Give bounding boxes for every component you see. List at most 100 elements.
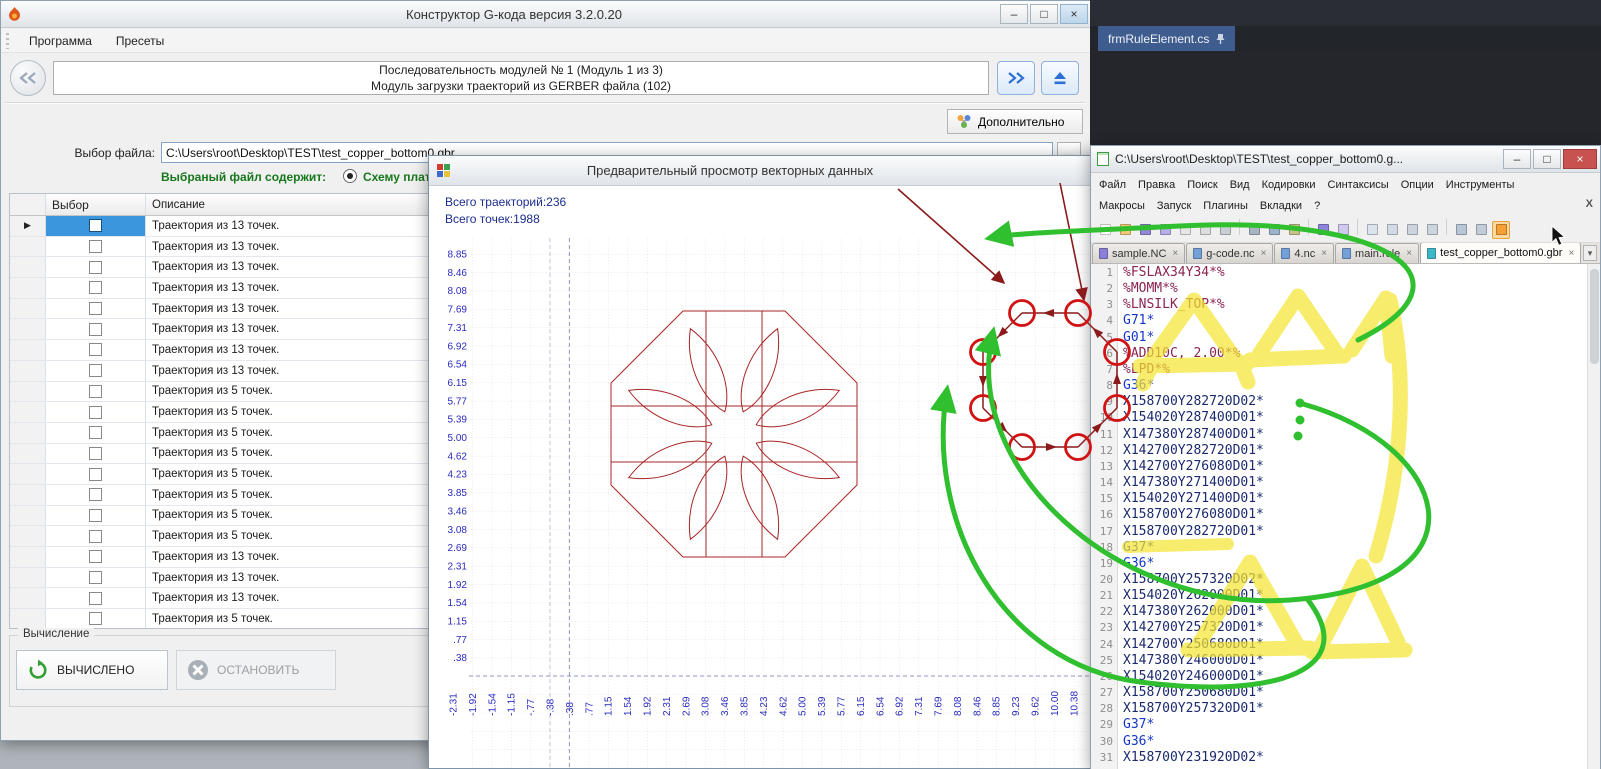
checkbox-cell[interactable] bbox=[46, 588, 146, 609]
table-row[interactable]: Траектория из 13 точек. bbox=[10, 236, 428, 258]
pin-icon[interactable] bbox=[1216, 33, 1225, 45]
row-checkbox[interactable] bbox=[89, 571, 102, 585]
row-checkbox[interactable] bbox=[89, 302, 102, 316]
checkbox-cell[interactable] bbox=[46, 609, 146, 628]
checkbox-cell[interactable] bbox=[46, 484, 146, 505]
computed-button[interactable]: ВЫЧИСЛЕНО bbox=[16, 650, 168, 690]
checkbox-cell[interactable] bbox=[46, 360, 146, 381]
tab-close-icon[interactable]: × bbox=[1406, 248, 1412, 259]
checkbox-cell[interactable] bbox=[46, 547, 146, 567]
checkbox-cell[interactable] bbox=[46, 443, 146, 464]
table-row[interactable]: Траектория из 5 точек. bbox=[10, 464, 428, 485]
table-row[interactable]: Траектория из 13 точек. bbox=[10, 319, 428, 341]
table-row[interactable]: Траектория из 5 точек. bbox=[10, 484, 428, 506]
document-monitor-icon[interactable] bbox=[1492, 220, 1510, 239]
row-checkbox[interactable] bbox=[89, 612, 102, 626]
maximize-button[interactable]: □ bbox=[1030, 4, 1058, 24]
row-checkbox[interactable] bbox=[89, 384, 102, 398]
menu-item[interactable]: Файл bbox=[1093, 176, 1132, 194]
table-row[interactable]: Траектория из 13 точек. bbox=[10, 567, 428, 589]
vs-document-tab[interactable]: frmRuleElement.cs bbox=[1098, 26, 1236, 51]
table-row[interactable]: Траектория из 13 точек. bbox=[10, 340, 428, 361]
checkbox-cell[interactable] bbox=[46, 422, 146, 443]
editor-code[interactable]: %FSLAX34Y34*% %MOMM*% %LNSILK_TOP*% G71* G01… bbox=[1118, 264, 1600, 769]
copy-icon[interactable] bbox=[1265, 221, 1283, 239]
checkbox-cell[interactable] bbox=[46, 278, 146, 298]
table-row[interactable]: Траектория из 13 точек. bbox=[10, 588, 428, 610]
table-row[interactable]: Траектория из 13 точек. bbox=[10, 298, 428, 320]
board-schema-radio[interactable] bbox=[343, 169, 357, 183]
menu-item[interactable]: Вкладки bbox=[1254, 197, 1308, 215]
table-row[interactable]: Траектория из 5 точек. bbox=[10, 609, 428, 628]
save-icon[interactable] bbox=[1136, 221, 1154, 239]
editor[interactable]: 1 2 3 4 5 6 7 8 9 10 11 12 13 14 15 16 17 18 19 20 21 22 23 24 2… bbox=[1091, 264, 1600, 769]
zoom-out-icon[interactable] bbox=[1423, 221, 1441, 239]
save-all-icon[interactable] bbox=[1156, 221, 1174, 239]
menu-item[interactable]: Пресеты bbox=[104, 31, 176, 51]
scrollbar-thumb[interactable] bbox=[1590, 269, 1599, 364]
menu-item[interactable]: Правка bbox=[1132, 176, 1181, 194]
tab-close-icon[interactable]: × bbox=[1172, 248, 1178, 259]
close-all-docs-icon[interactable] bbox=[1196, 221, 1214, 239]
checkbox-cell[interactable] bbox=[46, 464, 146, 484]
row-checkbox[interactable] bbox=[89, 281, 102, 295]
menu-close-x[interactable]: X bbox=[1586, 198, 1593, 210]
redo-icon[interactable] bbox=[1334, 221, 1352, 239]
row-checkbox[interactable] bbox=[89, 550, 102, 564]
additional-button[interactable]: Дополнительно bbox=[947, 109, 1083, 134]
row-checkbox[interactable] bbox=[89, 529, 102, 543]
row-checkbox[interactable] bbox=[89, 467, 102, 481]
editor-tab[interactable]: sample.NC × bbox=[1092, 243, 1186, 263]
checkbox-cell[interactable] bbox=[46, 402, 146, 422]
editor-tab[interactable]: 4.nc × bbox=[1274, 243, 1335, 263]
checkbox-cell[interactable] bbox=[46, 381, 146, 402]
show-all-characters-icon[interactable] bbox=[1472, 221, 1490, 239]
row-checkbox[interactable] bbox=[89, 343, 102, 357]
row-checkbox[interactable] bbox=[89, 364, 102, 378]
menu-item[interactable]: Программа bbox=[17, 31, 104, 51]
table-row[interactable]: Траектория из 13 точек. bbox=[10, 547, 428, 568]
checkbox-cell[interactable] bbox=[46, 567, 146, 588]
npp-maximize-button[interactable]: □ bbox=[1533, 149, 1561, 169]
zoom-in-icon[interactable] bbox=[1403, 221, 1421, 239]
checkbox-cell[interactable] bbox=[46, 257, 146, 278]
main-titlebar[interactable]: Конструктор G-кода версия 3.2.0.20 – □ × bbox=[1, 1, 1091, 28]
row-checkbox[interactable] bbox=[89, 591, 102, 605]
new-file-icon[interactable] bbox=[1096, 221, 1114, 239]
open-file-icon[interactable] bbox=[1116, 221, 1134, 239]
undo-icon[interactable] bbox=[1314, 221, 1332, 239]
cut-icon[interactable] bbox=[1245, 221, 1263, 239]
checkbox-cell[interactable] bbox=[46, 298, 146, 319]
row-checkbox[interactable] bbox=[89, 508, 102, 522]
table-row[interactable]: Траектория из 13 точек. bbox=[10, 360, 428, 382]
menu-item[interactable]: Плагины bbox=[1197, 197, 1254, 215]
word-wrap-icon[interactable] bbox=[1452, 221, 1470, 239]
find-icon[interactable] bbox=[1363, 221, 1381, 239]
checkbox-cell[interactable] bbox=[46, 505, 146, 526]
table-row[interactable]: Траектория из 13 точек. bbox=[10, 257, 428, 279]
table-row[interactable]: Траектория из 5 точек. bbox=[10, 505, 428, 527]
tab-list-button[interactable]: ▾ bbox=[1583, 245, 1597, 261]
stop-button[interactable]: ОСТАНОВИТЬ bbox=[176, 650, 336, 690]
minimize-button[interactable]: – bbox=[1000, 4, 1028, 24]
replace-icon[interactable] bbox=[1383, 221, 1401, 239]
table-row[interactable]: Траектория из 5 точек. bbox=[10, 402, 428, 423]
checkbox-cell[interactable] bbox=[46, 236, 146, 257]
menu-item[interactable]: Кодировки bbox=[1256, 176, 1322, 194]
menu-item[interactable]: Инструменты bbox=[1440, 176, 1521, 194]
checkbox-cell[interactable] bbox=[46, 216, 146, 236]
tab-close-icon[interactable]: × bbox=[1321, 248, 1327, 259]
row-checkbox[interactable] bbox=[89, 488, 102, 502]
checkbox-cell[interactable] bbox=[46, 526, 146, 546]
sequence-forward-button[interactable] bbox=[997, 61, 1035, 95]
editor-tab[interactable]: main.rule × bbox=[1335, 243, 1420, 263]
menu-item[interactable]: Опции bbox=[1395, 176, 1440, 194]
checkbox-cell[interactable] bbox=[46, 319, 146, 340]
row-checkbox[interactable] bbox=[89, 322, 102, 336]
table-row[interactable]: Траектория из 5 точек. bbox=[10, 443, 428, 465]
row-checkbox[interactable] bbox=[89, 240, 102, 254]
row-checkbox[interactable] bbox=[89, 405, 102, 419]
print-icon[interactable] bbox=[1216, 221, 1234, 239]
close-button[interactable]: × bbox=[1060, 4, 1088, 24]
row-checkbox[interactable] bbox=[89, 426, 102, 440]
